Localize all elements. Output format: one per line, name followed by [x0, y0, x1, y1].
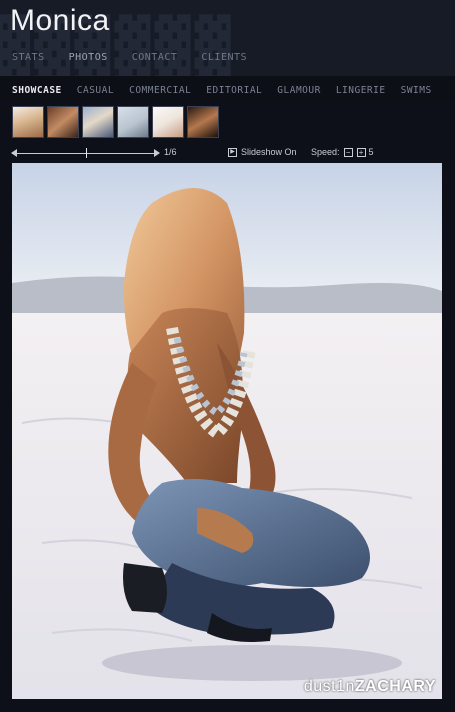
page-title: Monica: [10, 4, 110, 37]
category-lingerie[interactable]: LINGERIE: [336, 85, 386, 96]
category-showcase[interactable]: SHOWCASE: [12, 85, 62, 96]
thumbnail-5[interactable]: [152, 106, 184, 138]
thumbnail-4[interactable]: [117, 106, 149, 138]
photographer-credit: dust1nZACHARY: [304, 678, 436, 696]
slideshow-label: Slideshow On: [241, 147, 297, 157]
photo-slider-handle[interactable]: [86, 148, 87, 158]
category-glamour[interactable]: GLAMOUR: [277, 85, 321, 96]
nav-contact[interactable]: CONTACT: [132, 52, 178, 63]
thumbnail-1[interactable]: [12, 106, 44, 138]
thumbnail-3[interactable]: [82, 106, 114, 138]
credit-bold: ZACHARY: [354, 678, 436, 695]
category-swims[interactable]: SWIMS: [401, 85, 432, 96]
speed-label: Speed:: [311, 147, 340, 157]
thumbnail-strip: [12, 106, 219, 138]
speed-increase-button[interactable]: +: [356, 147, 366, 157]
main-nav: STATS PHOTOS CONTACT CLIENTS: [12, 52, 271, 63]
nav-photos[interactable]: PHOTOS: [69, 52, 108, 63]
credit-light: dust1n: [303, 678, 355, 695]
thumbnail-2[interactable]: [47, 106, 79, 138]
category-editorial[interactable]: EDITORIAL: [206, 85, 262, 96]
category-commercial[interactable]: COMMERCIAL: [129, 85, 191, 96]
category-casual[interactable]: CASUAL: [77, 85, 114, 96]
photo-image: [12, 163, 442, 699]
site-header: ▓▓▓▓▓▓ Monica STATS PHOTOS CONTACT CLIEN…: [0, 0, 455, 76]
speed-value: 5: [368, 147, 374, 157]
speed-decrease-button[interactable]: −: [343, 147, 353, 157]
photo-slider-track[interactable]: [12, 153, 158, 154]
next-arrow-icon[interactable]: [154, 149, 160, 157]
slideshow-icon[interactable]: ▶: [228, 147, 237, 157]
main-photo[interactable]: dust1nZACHARY: [12, 163, 442, 699]
prev-arrow-icon[interactable]: [11, 149, 17, 157]
slideshow-toggle[interactable]: ▶ Slideshow On: [228, 147, 297, 157]
category-nav: SHOWCASE CASUAL COMMERCIAL EDITORIAL GLA…: [0, 76, 455, 102]
nav-stats[interactable]: STATS: [12, 52, 45, 63]
gallery-controls: 1/6 ▶ Slideshow On Speed: − + 5: [11, 147, 442, 161]
thumbnail-6[interactable]: [187, 106, 219, 138]
nav-clients[interactable]: CLIENTS: [201, 52, 247, 63]
speed-control: Speed: − + 5: [311, 147, 374, 157]
photo-counter: 1/6: [164, 147, 177, 157]
